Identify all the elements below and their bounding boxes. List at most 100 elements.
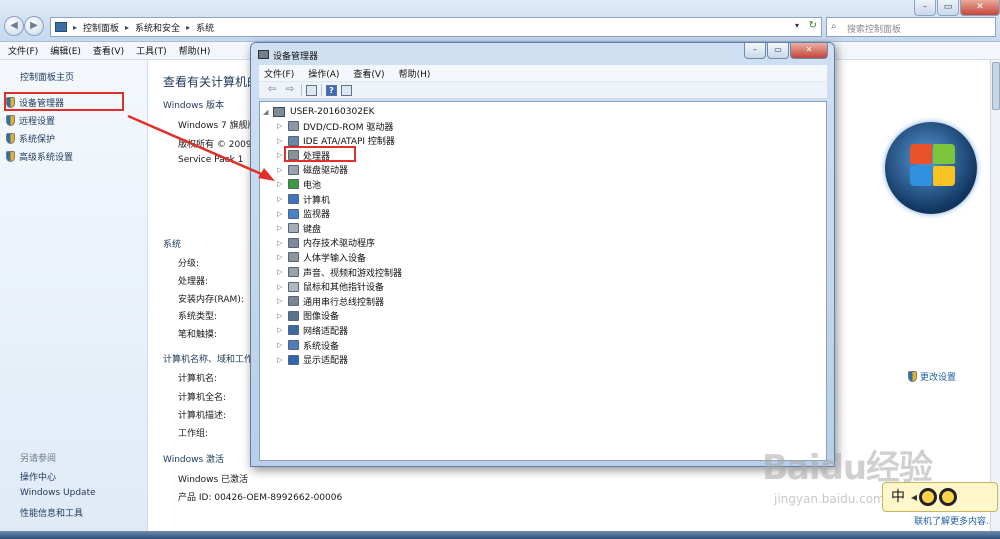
expand-arrow-icon[interactable]: ▷ [277,356,285,364]
expand-arrow-icon[interactable]: ▷ [277,239,285,247]
device-category-row[interactable]: ▷ 声音、视频和游戏控制器 [277,265,402,279]
dm-maximize-button[interactable]: ▭ [767,43,789,59]
ime-chinese-mode[interactable]: 中 [887,486,909,508]
expand-arrow-icon[interactable]: ▷ [277,268,285,276]
help-icon[interactable]: ? [326,84,337,96]
device-category-row[interactable]: ▷ 鼠标和其他指针设备 [277,280,384,294]
dm-close-button[interactable]: ✕ [790,43,828,59]
device-category-row[interactable]: ▷ 键盘 [277,221,321,235]
ime-toolbar[interactable]: 中 ◂ [882,482,998,512]
device-category-row[interactable]: ▷ 显示适配器 [277,353,348,367]
device-category-row[interactable]: ▷ 计算机 [277,192,330,206]
product-id: 产品 ID: 00426-OEM-8992662-00006 [178,493,343,503]
search-input[interactable]: ⌕ 搜索控制面板 [826,17,996,37]
device-category-row[interactable]: ▷ 网络适配器 [277,323,348,337]
menu-file[interactable]: 文件(F) [8,44,38,57]
expand-arrow-icon[interactable]: ▷ [277,122,285,130]
flag-red-icon [910,144,932,164]
dm-menu-file[interactable]: 文件(F) [264,67,294,80]
breadcrumb-system-security[interactable]: 系统和安全 [135,21,180,34]
menu-help[interactable]: 帮助(H) [179,44,211,57]
scrollbar-thumb[interactable] [992,62,1000,110]
dm-menu-help[interactable]: 帮助(H) [399,67,431,80]
device-category-row[interactable]: ▷ 通用串行总线控制器 [277,294,384,308]
activation-heading: Windows 激活 [163,455,225,465]
control-panel-home-link[interactable]: 控制面板主页 [20,70,74,83]
menu-view[interactable]: 查看(V) [93,44,124,57]
address-dropdown-icon[interactable]: ▾ [795,21,799,30]
breadcrumb-control-panel[interactable]: 控制面板 [83,21,119,34]
show-hidden-icon[interactable] [341,84,352,96]
expand-arrow-icon[interactable]: ▷ [277,166,285,174]
toolbar-separator [301,84,302,96]
flag-yellow-icon [933,166,955,186]
refresh-icon[interactable]: ↻ [809,20,817,31]
action-center-link[interactable]: 操作中心 [20,470,56,483]
menu-edit[interactable]: 编辑(E) [50,44,81,57]
change-settings-link[interactable]: 更改设置 [908,370,956,383]
highlight-box-device-manager [4,92,124,111]
device-category-label: 通用串行总线控制器 [303,297,385,308]
memory-icon [288,237,299,248]
expand-arrow-icon[interactable]: ▷ [277,326,285,334]
device-category-row[interactable]: ▷ 监视器 [277,207,330,221]
maximize-button[interactable]: ▭ [937,0,959,16]
breadcrumb-system[interactable]: 系统 [196,21,214,34]
device-category-row[interactable]: ▷ 磁盘驱动器 [277,163,348,177]
remote-settings-label: 远程设置 [19,117,56,127]
learn-more-link[interactable]: 联机了解更多内容... [914,514,995,527]
expand-arrow-icon[interactable]: ▷ [277,297,285,305]
remote-settings-link[interactable]: 远程设置 [6,114,55,127]
expand-arrow-icon[interactable]: ▷ [277,137,285,145]
expand-arrow-icon[interactable]: ▷ [277,180,285,188]
disk-drive-icon [288,164,299,175]
performance-info-link[interactable]: 性能信息和工具 [20,506,83,519]
minimize-button[interactable]: – [914,0,936,16]
menu-tools[interactable]: 工具(T) [136,44,167,57]
windows-update-link[interactable]: Windows Update [20,488,96,498]
device-category-row[interactable]: ▷ 系统设备 [277,338,339,352]
device-category-row[interactable]: ▷ 图像设备 [277,309,339,323]
address-bar[interactable]: ▸ 控制面板 ▸ 系统和安全 ▸ 系统 ▾ ↻ [50,17,822,37]
control-panel-scrollbar[interactable] [990,60,1000,539]
collapse-arrow-icon[interactable]: ◢ [263,108,271,116]
tree-root[interactable]: ◢ USER-20160302EK [263,105,375,119]
breadcrumb-separator-icon: ▸ [186,22,191,32]
control-panel-icon [55,22,67,32]
expand-arrow-icon[interactable]: ▷ [277,312,285,320]
monitor-icon [288,208,299,219]
properties-icon[interactable] [306,84,317,96]
back-arrow-icon[interactable]: ⇦ [265,84,279,96]
expand-arrow-icon[interactable]: ▷ [277,224,285,232]
device-category-label: 图像设备 [303,312,340,323]
computer-icon [288,194,299,204]
device-category-row[interactable]: ▷ DVD/CD-ROM 驱动器 [277,119,393,133]
expand-arrow-icon[interactable]: ▷ [277,195,285,203]
advanced-system-settings-link[interactable]: 高级系统设置 [6,150,73,163]
activation-status: Windows 已激活 [178,475,249,485]
expand-arrow-icon[interactable]: ▷ [277,283,285,291]
device-category-row[interactable]: ▷ 内存技术驱动程序 [277,236,375,250]
shield-icon [6,151,15,162]
device-category-row[interactable]: ▷ 电池 [277,177,321,191]
expand-arrow-icon[interactable]: ▷ [277,341,285,349]
dm-minimize-button[interactable]: – [744,43,766,59]
flag-blue-icon [910,166,932,186]
forward-button[interactable]: ▶ [24,16,44,36]
system-protection-label: 系统保护 [19,135,56,145]
expand-arrow-icon[interactable]: ▷ [277,210,285,218]
forward-arrow-icon[interactable]: ⇨ [283,84,297,96]
close-button[interactable]: ✕ [960,0,1000,16]
system-protection-link[interactable]: 系统保护 [6,132,55,145]
device-category-row[interactable]: ▷ 人体学输入设备 [277,250,366,264]
windows-edition-heading: Windows 版本 [163,101,225,111]
device-category-label: 鼠标和其他指针设备 [303,283,385,294]
breadcrumb-separator-icon: ▸ [73,22,78,32]
dm-menu-view[interactable]: 查看(V) [353,67,384,80]
device-category-label: 声音、视频和游戏控制器 [303,268,403,279]
mouse-icon [288,281,299,292]
dm-menu-action[interactable]: 操作(A) [308,67,339,80]
device-category-label: 人体学输入设备 [303,253,367,264]
back-button[interactable]: ◀ [4,16,24,36]
expand-arrow-icon[interactable]: ▷ [277,253,285,261]
